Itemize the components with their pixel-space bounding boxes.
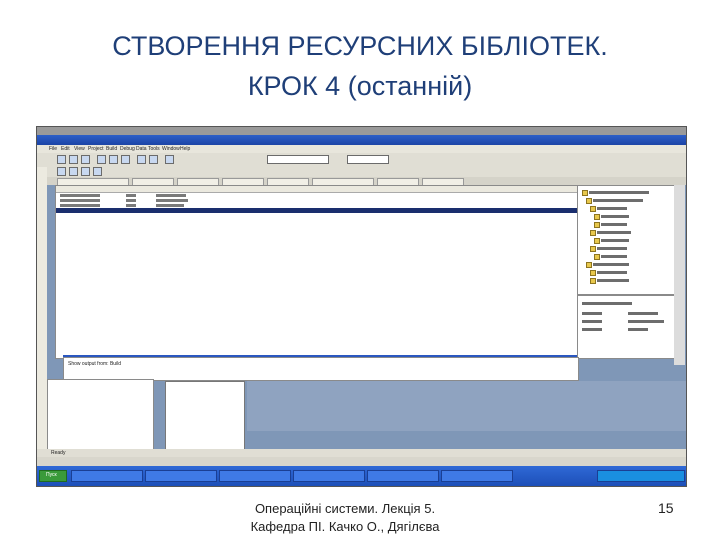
document-preview: [165, 381, 245, 451]
toolbar-icon-a[interactable]: [57, 167, 66, 176]
menu-item-help[interactable]: Help: [180, 146, 190, 152]
toolbar-icon-c[interactable]: [81, 167, 90, 176]
menu-item-data[interactable]: Data: [136, 146, 147, 152]
ide-window-titlebar: [37, 135, 686, 145]
new-file-icon[interactable]: [57, 155, 66, 164]
desktop-area: [247, 381, 686, 431]
slide-footer: Операційні системи. Лекція 5. Кафедра ПІ…: [195, 500, 495, 536]
ide-menu-bar: File Edit View Project Build Debug Data …: [37, 145, 686, 153]
cut-icon[interactable]: [97, 155, 106, 164]
redo-icon[interactable]: [149, 155, 158, 164]
menu-item-file[interactable]: File: [49, 146, 57, 152]
solution-explorer[interactable]: [577, 185, 675, 295]
menu-item-edit[interactable]: Edit: [61, 146, 70, 152]
undo-icon[interactable]: [137, 155, 146, 164]
menu-item-view[interactable]: View: [74, 146, 85, 152]
menu-item-tools[interactable]: Tools: [148, 146, 160, 152]
find-box[interactable]: [347, 155, 389, 164]
toolbox-strip[interactable]: [37, 167, 47, 467]
footer-line-1: Операційні системи. Лекція 5.: [254, 501, 436, 516]
taskbar-button-5[interactable]: [367, 470, 439, 482]
output-source-label: Show output from: Build: [68, 361, 122, 367]
start-button-label: Пуск: [46, 472, 57, 478]
right-scrollbar[interactable]: [674, 185, 685, 365]
properties-panel[interactable]: [577, 295, 675, 359]
slide-title: СТВОРЕННЯ РЕСУРСНИХ БІБЛІОТЕК. КРОК 4 (о…: [0, 26, 720, 106]
string-table-editor[interactable]: [55, 185, 578, 359]
menu-item-project[interactable]: Project: [88, 146, 104, 152]
word-status-bar: Ready: [37, 449, 686, 457]
menu-item-build[interactable]: Build: [106, 146, 117, 152]
start-button[interactable]: Пуск: [39, 470, 67, 482]
table-row-selected[interactable]: [56, 208, 577, 213]
config-dropdown[interactable]: [267, 155, 329, 164]
lower-left-pane[interactable]: [47, 379, 154, 451]
toolbar-icon-d[interactable]: [93, 167, 102, 176]
copy-icon[interactable]: [109, 155, 118, 164]
save-icon[interactable]: [81, 155, 90, 164]
page-number: 15: [658, 500, 674, 516]
outer-window-titlebar: [37, 127, 686, 135]
taskbar-button-6[interactable]: [441, 470, 513, 482]
drawing-toolbar: [37, 457, 686, 466]
slide-title-line-2: КРОК 4 (останній): [247, 71, 473, 101]
menu-item-debug[interactable]: Debug: [120, 146, 135, 152]
open-file-icon[interactable]: [69, 155, 78, 164]
ide-screenshot: File Edit View Project Build Debug Data …: [36, 126, 687, 487]
output-window[interactable]: Show output from: Build: [63, 357, 579, 381]
menu-item-window[interactable]: Window: [162, 146, 180, 152]
system-tray: [597, 470, 685, 482]
status-text: Ready: [51, 450, 66, 456]
taskbar-button-3[interactable]: [219, 470, 291, 482]
footer-line-2: Кафедра ПІ. Качко О., Дягілєва: [250, 519, 440, 534]
grid-header: [56, 186, 577, 193]
windows-taskbar: Пуск: [37, 466, 686, 486]
start-debug-icon[interactable]: [165, 155, 174, 164]
taskbar-button-4[interactable]: [293, 470, 365, 482]
slide-title-line-1: СТВОРЕННЯ РЕСУРСНИХ БІБЛІОТЕК.: [112, 31, 608, 61]
paste-icon[interactable]: [121, 155, 130, 164]
taskbar-button-1[interactable]: [71, 470, 143, 482]
taskbar-button-2[interactable]: [145, 470, 217, 482]
document-tabs: [37, 177, 686, 186]
toolbar-icon-b[interactable]: [69, 167, 78, 176]
